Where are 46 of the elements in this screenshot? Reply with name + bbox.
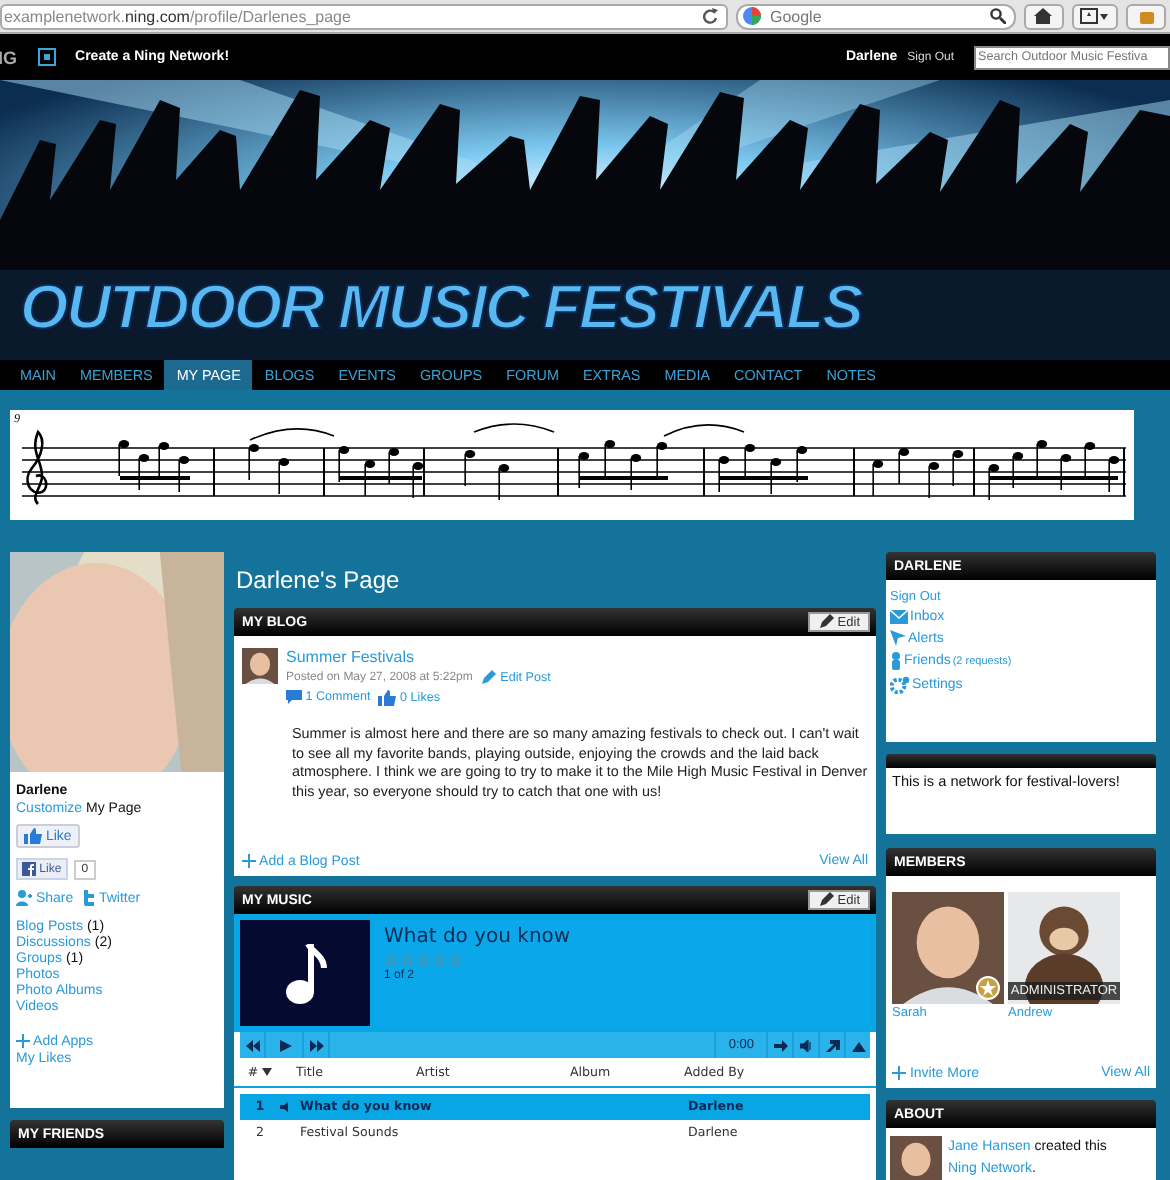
collapse-icon [851,1039,865,1051]
page-title: Darlene's Page [236,566,402,594]
next-button[interactable] [768,1032,792,1058]
home-button[interactable] [1023,3,1064,29]
address-field[interactable]: examplenetwork.ning.com/profile/Darlenes_page [0,3,728,29]
puzzle-icon [1137,8,1156,24]
forward-icon [309,1039,323,1051]
forward-button[interactable] [304,1032,328,1058]
sort-caret-icon [262,1068,273,1076]
post-title-link[interactable]: Summer Festivals [286,648,551,666]
rewind-icon [245,1039,259,1051]
pencil-icon [480,670,497,686]
home-icon [1034,8,1053,24]
share-person-icon [16,890,32,907]
popout-icon [825,1039,839,1051]
volume-button[interactable] [794,1032,818,1058]
thumbs-up-icon [24,828,42,844]
track-title: What do you know [384,926,573,948]
play-icon [277,1039,291,1051]
search-icon [989,8,1006,24]
search-field[interactable]: Google [735,3,1016,29]
pencil-icon [817,614,834,630]
twitter-icon [81,890,96,907]
rewind-button[interactable] [240,1032,264,1058]
person-icon [890,652,902,670]
popout-button[interactable] [820,1032,844,1058]
pencil-icon [817,892,834,908]
collapse-button[interactable] [846,1032,870,1058]
speaker-icon [280,1102,292,1112]
speech-bubble-icon [286,690,302,705]
plus-icon [242,853,256,868]
gear-icon [890,676,910,694]
volume-icon [799,1039,813,1051]
plus-icon [892,1065,906,1080]
search-engine-icon [741,6,762,26]
bookmarks-button[interactable] [1071,3,1119,29]
network-icon[interactable] [37,48,56,66]
plus-icon [16,1034,30,1049]
facebook-icon [22,862,36,876]
thumbs-up-icon [378,690,397,706]
next-icon [773,1039,787,1051]
star-box-icon [1080,8,1109,24]
play-button[interactable] [266,1032,302,1058]
music-note-icon [283,943,327,1003]
reload-icon [701,8,718,24]
extension-button[interactable] [1126,3,1167,29]
